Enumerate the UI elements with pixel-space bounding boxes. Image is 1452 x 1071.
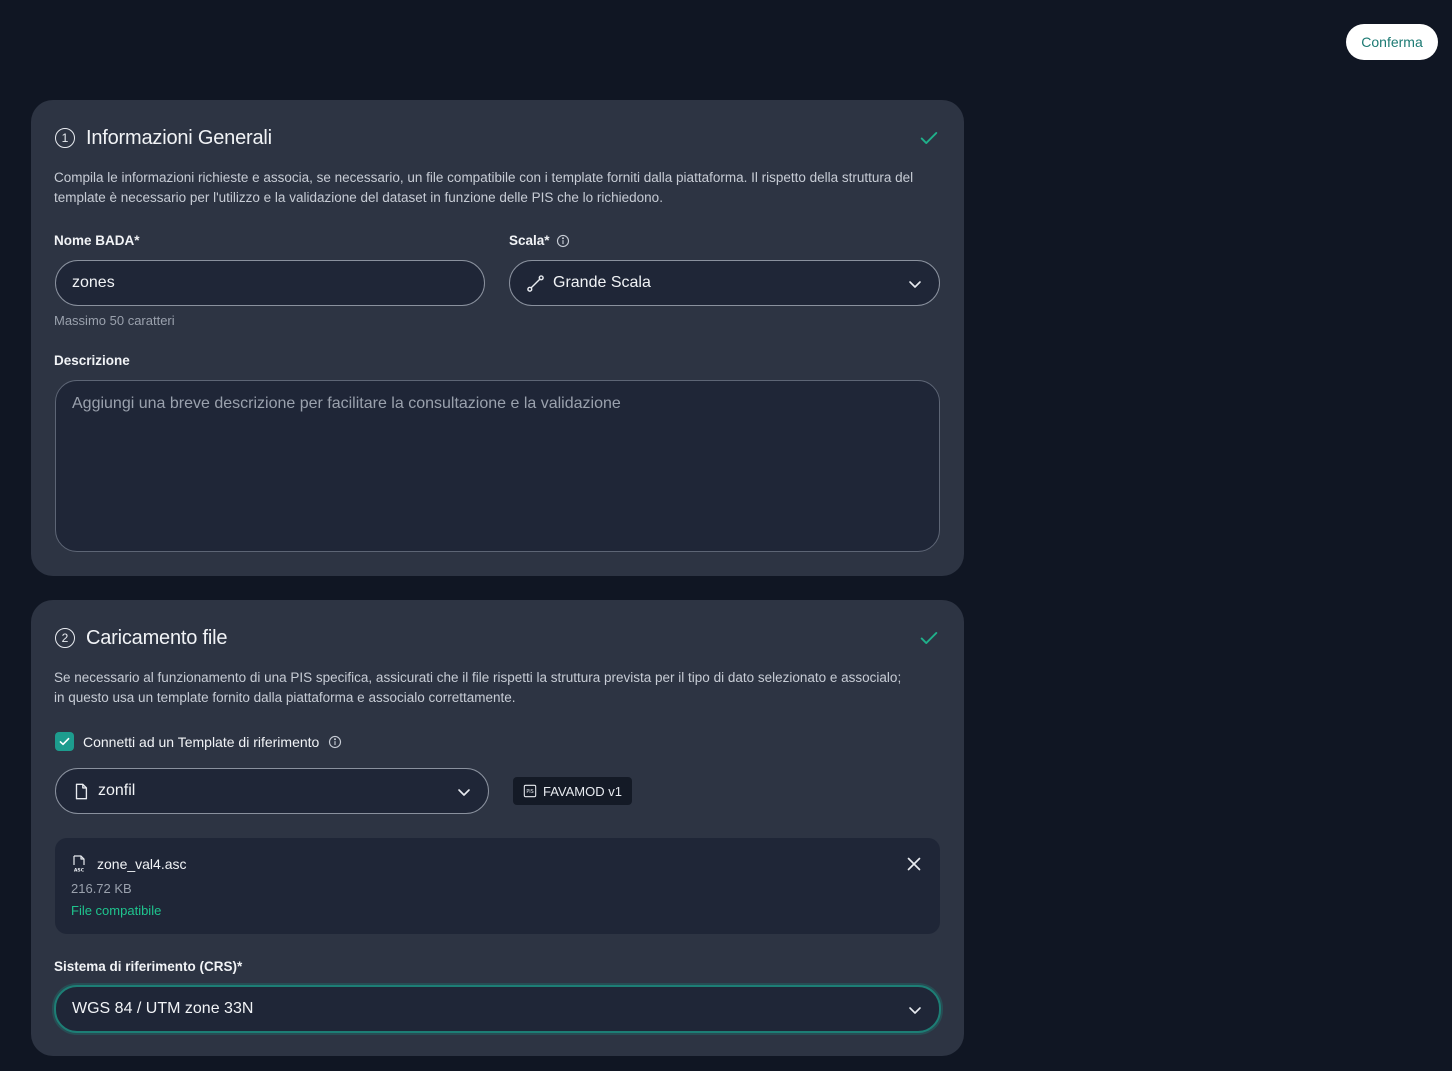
description-label-text: Descrizione <box>54 353 130 368</box>
asc-file-icon: ASC <box>73 855 85 874</box>
svg-text:PIS: PIS <box>526 789 533 795</box>
chevron-down-icon <box>458 789 470 796</box>
file-upload-header: 2 Caricamento file <box>55 624 940 652</box>
name-label: Nome BADA* <box>54 233 140 248</box>
template-select-value: zonfil <box>98 782 136 799</box>
scale-select[interactable]: Grande Scala <box>509 260 940 306</box>
scale-label-text: Scala* <box>509 233 550 248</box>
description-placeholder: Aggiungi una breve descrizione per facil… <box>72 395 621 412</box>
page: Conferma 1 Informazioni Generali Compila… <box>0 0 1452 1071</box>
template-select[interactable]: zonfil <box>55 768 489 814</box>
template-checkbox[interactable] <box>55 732 74 751</box>
file-name: zone_val4.asc <box>97 856 187 872</box>
check-icon <box>920 132 938 144</box>
uploaded-file-card: ASC zone_val4.asc 216.72 KB File compati… <box>55 838 940 934</box>
crs-select[interactable]: WGS 84 / UTM zone 33N <box>54 985 941 1033</box>
pis-badge: PIS FAVAMOD v1 <box>513 777 632 805</box>
check-icon <box>920 632 938 644</box>
file-name-row: ASC zone_val4.asc <box>71 855 187 873</box>
step-number-1: 1 <box>55 128 75 148</box>
checkmark-icon <box>59 737 70 746</box>
file-size: 216.72 KB <box>71 881 132 896</box>
name-input[interactable]: zones <box>55 260 485 306</box>
close-icon[interactable] <box>906 856 922 872</box>
template-checkbox-label: Connetti ad un Template di riferimento <box>83 733 320 750</box>
crs-select-value: WGS 84 / UTM zone 33N <box>72 1000 254 1017</box>
pis-icon: PIS <box>523 784 537 798</box>
description-textarea[interactable]: Aggiungi una breve descrizione per facil… <box>55 380 940 552</box>
file-upload-description: Se necessario al funzionamento di una PI… <box>54 670 902 705</box>
svg-text:ASC: ASC <box>74 868 85 874</box>
file-upload-card: 2 Caricamento file Se necessario al funz… <box>31 600 964 1056</box>
scale-icon <box>527 274 544 292</box>
description-label: Descrizione <box>54 353 130 368</box>
name-helper-text: Massimo 50 caratteri <box>54 313 175 328</box>
chevron-down-icon <box>909 281 921 288</box>
crs-label: Sistema di riferimento (CRS)* <box>54 959 242 974</box>
info-icon[interactable] <box>556 234 570 248</box>
general-info-description: Compila le informazioni richieste e asso… <box>54 170 914 205</box>
scale-select-value: Grande Scala <box>553 274 651 291</box>
document-icon <box>75 783 88 799</box>
chevron-down-icon <box>909 1007 921 1014</box>
confirm-button[interactable]: Conferma <box>1346 24 1438 60</box>
pis-badge-label: FAVAMOD v1 <box>543 783 622 799</box>
scale-label: Scala* <box>509 233 570 248</box>
general-info-header: 1 Informazioni Generali <box>55 124 940 152</box>
general-info-card: 1 Informazioni Generali Compila le infor… <box>31 100 964 576</box>
file-upload-title: Caricamento file <box>86 626 228 649</box>
general-info-title: Informazioni Generali <box>86 126 272 149</box>
info-icon[interactable] <box>328 735 342 749</box>
template-checkbox-row[interactable]: Connetti ad un Template di riferimento <box>55 732 342 751</box>
crs-label-text: Sistema di riferimento (CRS)* <box>54 959 243 974</box>
name-input-value: zones <box>72 274 115 291</box>
file-status: File compatibile <box>71 903 162 918</box>
name-label-text: Nome BADA* <box>54 233 140 248</box>
step-number-2: 2 <box>55 628 75 648</box>
